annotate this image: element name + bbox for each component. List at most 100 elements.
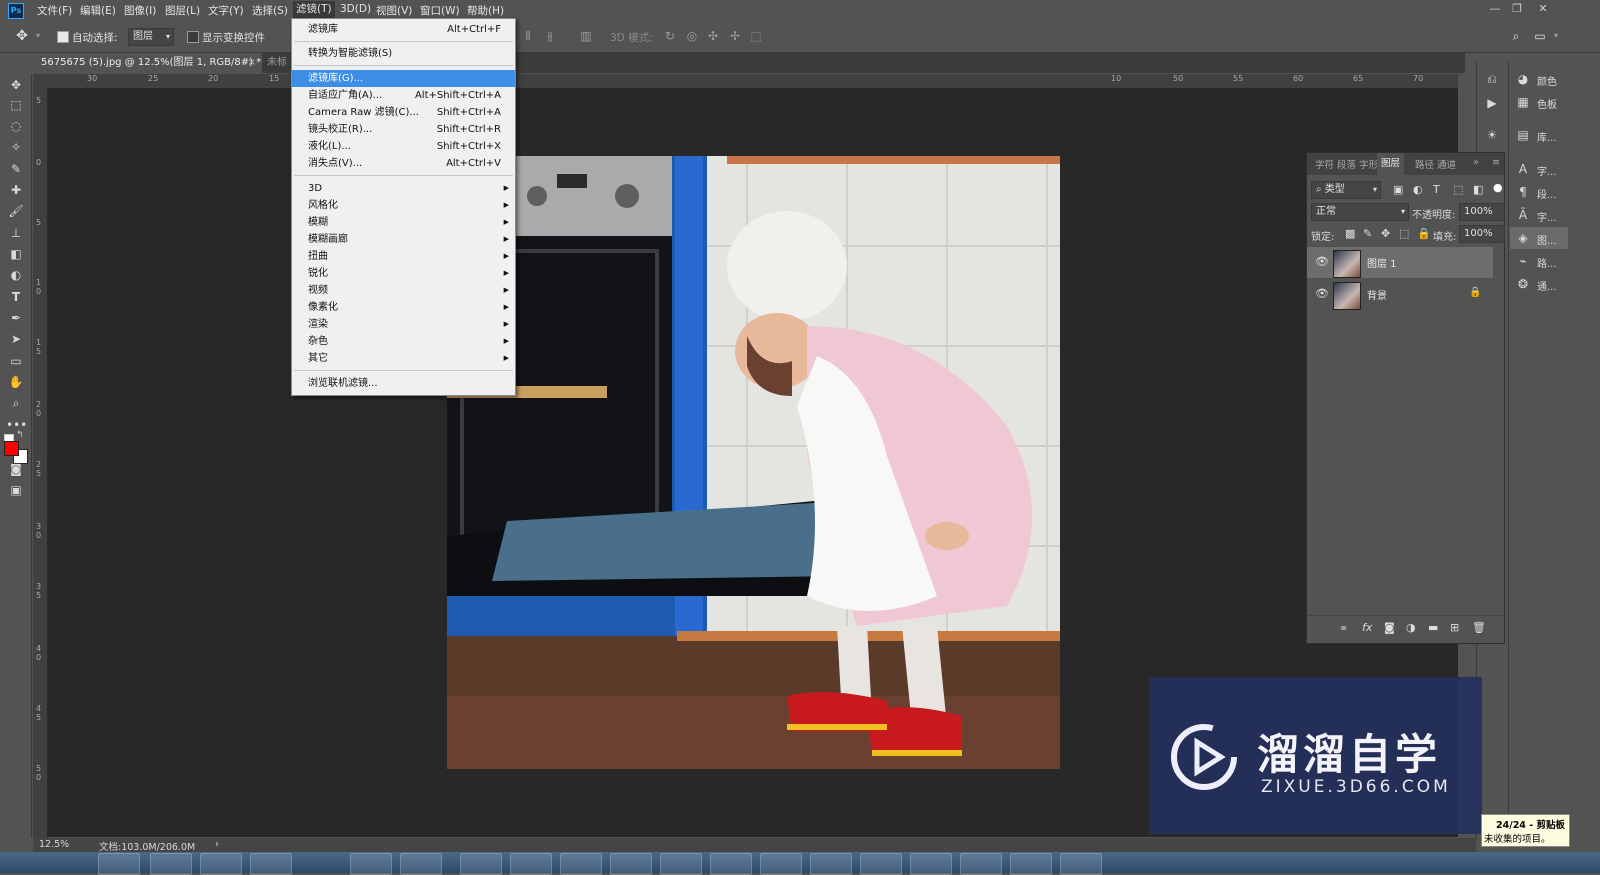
swap-colors-icon[interactable]: ↰ — [16, 430, 24, 440]
layer-filter-dropdown[interactable]: ⌕ 类型 ▾ — [1311, 181, 1381, 199]
status-menu-arrow[interactable]: › — [215, 839, 219, 850]
menu-layer[interactable]: 图层(L) — [165, 3, 200, 18]
tab-paragraph[interactable]: 段落 — [1337, 157, 1356, 171]
quick-mask-icon[interactable]: ◙ — [6, 460, 26, 478]
panel-label-channels[interactable]: 通... — [1537, 278, 1557, 293]
lock-artboard-icon[interactable]: ⬚ — [1399, 227, 1409, 240]
menu-item-browse-online-filters[interactable]: 浏览联机滤镜... — [292, 375, 515, 392]
filter-adjustment-icon[interactable]: ◐ — [1413, 183, 1423, 196]
taskbar-app-icon[interactable] — [400, 853, 442, 875]
tab-paths[interactable]: 路径 — [1415, 157, 1434, 171]
panel-menu-icon[interactable]: ≡ — [1492, 157, 1500, 168]
taskbar-app-icon[interactable] — [510, 853, 552, 875]
eye-visibility-icon[interactable]: 👁 — [1315, 256, 1329, 268]
foreground-color-swatch[interactable] — [4, 441, 19, 456]
filter-toggle-icon[interactable]: ● — [1493, 181, 1503, 194]
tab-document-active[interactable]: 5675675 (5).jpg @ 12.5%(图层 1, RGB/8#) * … — [33, 53, 262, 73]
show-transform-checkbox[interactable] — [187, 31, 199, 43]
tab-document-inactive[interactable]: 未标 — [259, 53, 295, 73]
layer-row[interactable]: 👁 图层 1 — [1307, 247, 1493, 278]
filter-shape-icon[interactable]: ⬚ — [1453, 183, 1463, 196]
adjustment-icon[interactable]: ◑ — [1406, 621, 1416, 634]
paragraph-icon[interactable]: ¶ — [1514, 183, 1532, 201]
clipboard-notification[interactable]: 24/24 - 剪贴板 未收集的项目。 — [1481, 814, 1570, 847]
zoom-tool-icon[interactable]: ⌕ — [6, 394, 26, 412]
taskbar-app-icon[interactable] — [660, 853, 702, 875]
collapse-icon[interactable]: » — [1473, 157, 1479, 168]
3d-scale-icon[interactable]: ⬚ — [748, 28, 764, 44]
pen-tool-icon[interactable]: ✒ — [6, 309, 26, 327]
menu-item-noise[interactable]: 杂色 ▶ — [292, 333, 515, 350]
menu-view[interactable]: 视图(V) — [376, 3, 412, 18]
menu-type[interactable]: 文字(Y) — [208, 3, 244, 18]
menu-3d[interactable]: 3D(D) — [340, 3, 371, 15]
menu-item-blur[interactable]: 模糊 ▶ — [292, 214, 515, 231]
menu-file[interactable]: 文件(F) — [37, 3, 72, 18]
type-tool-icon[interactable]: T — [6, 288, 26, 306]
tab-glyphs[interactable]: 字形 — [1359, 157, 1378, 171]
search-icon[interactable]: ⌕ — [1508, 28, 1524, 44]
menu-item-distort[interactable]: 扭曲 ▶ — [292, 248, 515, 265]
panel-label-swatches[interactable]: 色板 — [1537, 96, 1557, 111]
lock-transparent-icon[interactable]: ▩ — [1345, 227, 1355, 240]
minimize-button[interactable]: — — [1486, 2, 1504, 16]
adjustments-icon[interactable]: ☀ — [1483, 126, 1501, 144]
menu-item-pixelate[interactable]: 像素化 ▶ — [292, 299, 515, 316]
taskbar-app-icon[interactable] — [710, 853, 752, 875]
tab-channels[interactable]: 通道 — [1437, 157, 1456, 171]
screen-mode-icon[interactable]: ▣ — [6, 481, 26, 499]
taskbar-app-icon[interactable] — [460, 853, 502, 875]
menu-item-adaptive-wide-angle[interactable]: 自适应广角(A)... Alt+Shift+Ctrl+A — [292, 87, 515, 104]
menu-item-blur-gallery[interactable]: 模糊画廊 ▶ — [292, 231, 515, 248]
menu-item-other[interactable]: 其它 ▶ — [292, 350, 515, 367]
panel-label-paths[interactable]: 路... — [1537, 255, 1557, 270]
menu-item-lens-correction[interactable]: 镜头校正(R)... Shift+Ctrl+R — [292, 121, 515, 138]
menu-item-sharpen[interactable]: 锐化 ▶ — [292, 265, 515, 282]
menu-filter[interactable]: 滤镜(T) — [293, 1, 335, 19]
panel-label-paragraph[interactable]: 段... — [1537, 186, 1557, 201]
menu-item-3d[interactable]: 3D ▶ — [292, 180, 515, 197]
new-layer-icon[interactable]: ⊞ — [1450, 621, 1459, 634]
clone-stamp-tool-icon[interactable]: ⊥ — [6, 224, 26, 242]
layer-row[interactable]: 👁 背景 🔒 — [1307, 279, 1493, 310]
chevron-down-icon[interactable]: ▾ — [1548, 28, 1564, 44]
filter-type-icon[interactable]: T — [1433, 183, 1440, 196]
menu-help[interactable]: 帮助(H) — [467, 3, 504, 18]
filter-pixel-icon[interactable]: ▣ — [1393, 183, 1403, 196]
move-tool-icon[interactable]: ✥ — [6, 76, 26, 94]
glyph-icon[interactable]: Ā — [1514, 206, 1532, 224]
workspace-icon[interactable]: ▭ — [1532, 28, 1548, 44]
distribute-icon[interactable]: ⫵ — [542, 28, 558, 44]
blend-mode-dropdown[interactable]: 正常 ▾ — [1311, 203, 1409, 221]
library-icon[interactable]: ▤ — [1514, 126, 1532, 144]
panel-label-character[interactable]: 字... — [1537, 163, 1557, 178]
auto-align-icon[interactable]: ▥ — [578, 28, 594, 44]
menu-edit[interactable]: 编辑(E) — [80, 3, 116, 18]
taskbar-app-icon[interactable] — [860, 853, 902, 875]
menu-item-render[interactable]: 渲染 ▶ — [292, 316, 515, 333]
channels-icon[interactable]: ❂ — [1514, 275, 1532, 293]
3d-pan-icon[interactable]: ✣ — [705, 28, 721, 44]
lock-position-icon[interactable]: ✥ — [1381, 227, 1390, 240]
tab-layers[interactable]: 图层 — [1377, 153, 1405, 175]
layers-icon[interactable]: ◈ — [1514, 229, 1532, 247]
fx-icon[interactable]: fx — [1362, 621, 1372, 634]
zoom-level[interactable]: 12.5% — [39, 839, 69, 850]
menu-item-convert-smart-filter[interactable]: 转换为智能滤镜(S) — [292, 45, 515, 62]
swatches-icon[interactable]: ▦ — [1514, 93, 1532, 111]
taskbar-app-icon[interactable] — [810, 853, 852, 875]
menu-item-camera-raw[interactable]: Camera Raw 滤镜(C)... Shift+Ctrl+A — [292, 104, 515, 121]
auto-select-target-dropdown[interactable]: 图层 ▾ — [128, 28, 174, 46]
taskbar-app-icon[interactable] — [350, 853, 392, 875]
marquee-tool-icon[interactable]: ⬚ — [6, 96, 26, 114]
taskbar-app-icon[interactable] — [560, 853, 602, 875]
history-icon[interactable]: ⎌ — [1483, 70, 1501, 88]
color-wheel-icon[interactable]: ◕ — [1514, 70, 1532, 88]
chevron-down-icon[interactable]: ▾ — [30, 28, 46, 44]
panel-label-library[interactable]: 库... — [1537, 129, 1557, 144]
taskbar-app-icon[interactable] — [760, 853, 802, 875]
taskbar-app-icon[interactable] — [200, 853, 242, 875]
taskbar-app-icon[interactable] — [1010, 853, 1052, 875]
paths-icon[interactable]: ⌁ — [1514, 252, 1532, 270]
eye-visibility-icon[interactable]: 👁 — [1315, 288, 1329, 300]
